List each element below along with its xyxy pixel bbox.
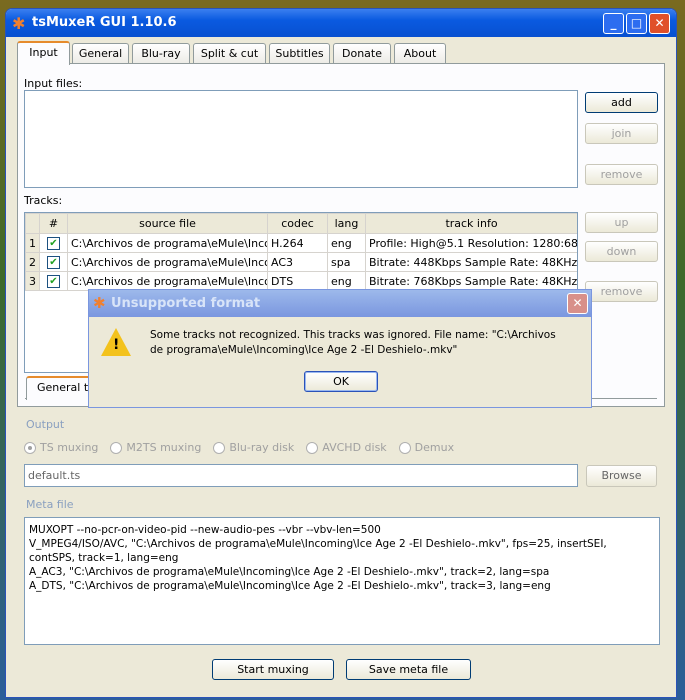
down-button[interactable]: down <box>585 241 658 262</box>
dialog-message: Some tracks not recognized. This tracks … <box>150 329 556 356</box>
remove-file-button[interactable]: remove <box>585 164 658 185</box>
radio-label: Demux <box>414 441 455 454</box>
track-source-file: C:\Archivos de programa\eMule\Inco... <box>67 252 268 272</box>
track-info: Bitrate: 448Kbps Sample Rate: 48KHz C... <box>365 252 577 272</box>
col-track-info[interactable]: track info <box>365 213 577 234</box>
track-enabled-checkbox[interactable]: ✔ <box>39 252 68 272</box>
output-filename-value: default.ts <box>28 469 81 482</box>
output-label: Output <box>26 418 65 431</box>
track-info: Bitrate: 768Kbps Sample Rate: 48KHz ... <box>365 271 577 291</box>
browse-button[interactable]: Browse <box>586 465 657 487</box>
join-button[interactable]: join <box>585 123 658 144</box>
checkmark-icon: ✔ <box>47 275 60 288</box>
track-row[interactable]: 3 ✔ C:\Archivos de programa\eMule\Inco..… <box>25 271 577 291</box>
radio-circle <box>110 441 123 454</box>
start-muxing-button[interactable]: Start muxing <box>212 659 334 680</box>
dialog-title-bar[interactable]: ✱ Unsupported format ✕ <box>89 290 591 317</box>
output-radio[interactable]: M2TS muxing <box>110 441 201 454</box>
track-source-file: C:\Archivos de programa\eMule\Inco... <box>67 271 268 291</box>
warning-icon-mark: ! <box>113 337 120 353</box>
row-number: 2 <box>25 252 40 272</box>
output-filename-input[interactable]: default.ts <box>24 464 578 487</box>
output-radio[interactable]: TS muxing <box>24 441 98 454</box>
track-lang: spa <box>327 252 366 272</box>
track-codec: AC3 <box>267 252 328 272</box>
save-meta-file-button[interactable]: Save meta file <box>346 659 471 680</box>
radio-circle <box>24 441 36 454</box>
meta-file-textarea[interactable]: MUXOPT --no-pcr-on-video-pid --new-audio… <box>24 517 660 645</box>
col-source-file[interactable]: source file <box>67 213 268 234</box>
meta-line: MUXOPT --no-pcr-on-video-pid --new-audio… <box>29 524 381 536</box>
tab-blu-ray[interactable]: Blu-ray <box>132 43 190 64</box>
radio-label: AVCHD disk <box>322 441 387 454</box>
tab-split-cut[interactable]: Split & cut <box>193 43 266 64</box>
tab-input[interactable]: Input <box>17 41 70 65</box>
output-radio[interactable]: Demux <box>398 441 455 454</box>
remove-track-button[interactable]: remove <box>585 281 658 302</box>
col-lang[interactable]: lang <box>327 213 366 234</box>
col-number[interactable]: # <box>39 213 68 234</box>
meta-line: A_DTS, "C:\Archivos de programa\eMule\In… <box>29 580 551 592</box>
maximize-button[interactable]: □ <box>626 13 647 34</box>
output-radio[interactable]: Blu-ray disk <box>213 441 294 454</box>
output-mode-radios: TS muxing M2TS muxing Blu-ray disk AVCHD di… <box>24 441 466 454</box>
tracks-label: Tracks: <box>24 194 63 207</box>
tab-general[interactable]: General <box>72 43 129 64</box>
meta-file-label: Meta file <box>26 498 74 511</box>
radio-circle <box>213 441 226 454</box>
col-index[interactable] <box>25 213 40 234</box>
tab-subtitles[interactable]: Subtitles <box>269 43 330 64</box>
track-enabled-checkbox[interactable]: ✔ <box>39 233 68 253</box>
track-lang: eng <box>327 271 366 291</box>
ok-button[interactable]: OK <box>304 371 378 392</box>
track-row[interactable]: 1 ✔ C:\Archivos de programa\eMule\Inco..… <box>25 233 577 253</box>
close-button[interactable]: ✕ <box>649 13 670 34</box>
track-row[interactable]: 2 ✔ C:\Archivos de programa\eMule\Inco..… <box>25 252 577 272</box>
radio-circle <box>306 441 319 454</box>
dialog-app-icon: ✱ <box>93 294 106 312</box>
tab-about[interactable]: About <box>394 43 446 64</box>
radio-label: Blu-ray disk <box>229 441 295 454</box>
window-title: tsMuxeR GUI 1.10.6 <box>32 15 177 30</box>
track-codec: H.264 <box>267 233 328 253</box>
track-source-file: C:\Archivos de programa\eMule\Inco... <box>67 233 268 253</box>
col-codec[interactable]: codec <box>267 213 328 234</box>
track-enabled-checkbox[interactable]: ✔ <box>39 271 68 291</box>
input-files-label: Input files: <box>24 77 83 90</box>
radio-circle <box>398 441 411 454</box>
minimize-button[interactable]: _ <box>603 13 624 34</box>
track-lang: eng <box>327 233 366 253</box>
track-codec: DTS <box>267 271 328 291</box>
track-info: Profile: High@5.1 Resolution: 1280:68... <box>365 233 577 253</box>
up-button[interactable]: up <box>585 212 658 233</box>
checkmark-icon: ✔ <box>47 256 60 269</box>
dialog-title: Unsupported format <box>111 296 261 311</box>
meta-line: A_AC3, "C:\Archivos de programa\eMule\In… <box>29 566 550 578</box>
output-radio[interactable]: AVCHD disk <box>306 441 387 454</box>
title-bar[interactable]: ✱ tsMuxeR GUI 1.10.6 _ □ ✕ <box>6 9 676 37</box>
meta-line: V_MPEG4/ISO/AVC, "C:\Archivos de program… <box>29 538 607 564</box>
input-files-list[interactable] <box>24 90 578 188</box>
row-number: 1 <box>25 233 40 253</box>
checkmark-icon: ✔ <box>47 237 60 250</box>
app-icon: ✱ <box>12 14 26 33</box>
dialog-close-button[interactable]: ✕ <box>567 293 588 314</box>
radio-label: TS muxing <box>40 441 99 454</box>
radio-label: M2TS muxing <box>126 441 202 454</box>
row-number: 3 <box>25 271 40 291</box>
add-button[interactable]: add <box>585 92 658 113</box>
tracks-header: # source file codec lang track info <box>25 213 577 234</box>
unsupported-format-dialog: ✱ Unsupported format ✕ ! Some tracks not… <box>88 289 592 408</box>
tab-donate[interactable]: Donate <box>333 43 391 64</box>
